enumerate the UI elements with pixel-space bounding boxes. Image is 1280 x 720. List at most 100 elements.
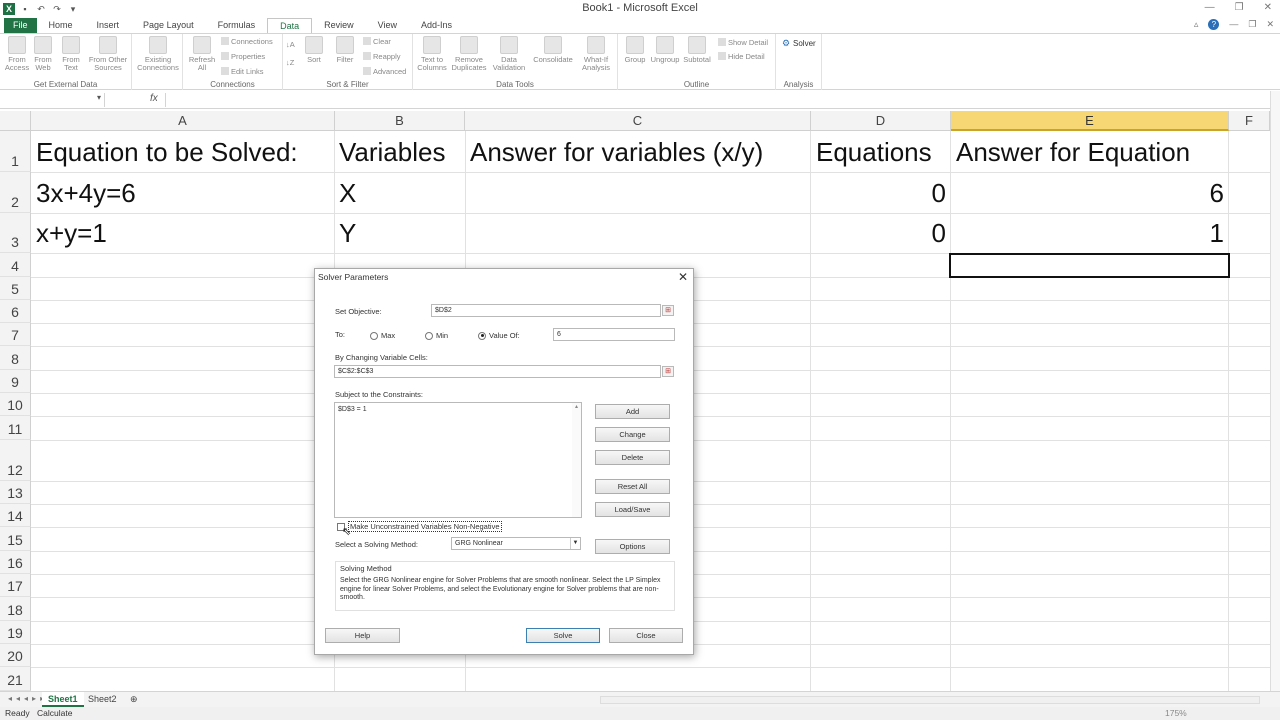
reapply-button[interactable]: Reapply [363, 52, 401, 61]
close-button[interactable]: Close [609, 628, 683, 643]
tab-data[interactable]: Data [267, 18, 313, 33]
tab-review[interactable]: Review [312, 18, 366, 33]
workbook-close-icon[interactable]: ✕ [1266, 19, 1274, 30]
row-header[interactable]: 20 [0, 644, 31, 667]
tab-home[interactable]: Home [37, 18, 85, 33]
subtotal-button[interactable]: Subtotal [682, 36, 712, 64]
tab-formulas[interactable]: Formulas [206, 18, 268, 33]
cell-a3[interactable]: x+y=1 [31, 213, 112, 253]
active-cell-e4[interactable] [949, 253, 1230, 278]
chevron-down-icon[interactable]: ▼ [570, 538, 580, 549]
column-header-c[interactable]: C [465, 111, 811, 131]
restore-button[interactable]: ❐ [1235, 2, 1244, 13]
cell-d1[interactable]: Equations [811, 132, 937, 172]
dialog-close-icon[interactable]: ✕ [678, 270, 688, 284]
insert-function-icon[interactable]: fx [150, 93, 158, 104]
customize-qat-icon[interactable]: ▾ [67, 3, 79, 15]
undo-icon[interactable]: ↶ [35, 3, 47, 15]
existing-connections-button[interactable]: Existing Connections [136, 36, 180, 72]
non-negative-checkbox[interactable]: Make Unconstrained Variables Non-Negativ… [337, 521, 502, 532]
row-header[interactable]: 14 [0, 504, 31, 527]
row-header[interactable]: 3 [0, 213, 31, 253]
filter-button[interactable]: Filter [330, 36, 360, 64]
tab-insert[interactable]: Insert [85, 18, 132, 33]
cell-b2[interactable]: X [334, 173, 361, 213]
solver-button[interactable]: ⚙ Solver [782, 38, 816, 48]
constraints-list[interactable]: $D$3 = 1 ▴ [334, 402, 582, 518]
row-header[interactable]: 12 [0, 440, 31, 481]
cell-b3[interactable]: Y [334, 213, 361, 253]
column-header-b[interactable]: B [335, 111, 465, 131]
sort-za-icon[interactable]: ↓Z [286, 58, 294, 67]
tab-page-layout[interactable]: Page Layout [131, 18, 206, 33]
formula-input[interactable] [165, 93, 1265, 107]
collapse-dialog-icon[interactable]: ⊞ [662, 366, 674, 377]
sheet-tab-sheet2[interactable]: Sheet2 [82, 692, 123, 707]
cell-e1[interactable]: Answer for Equation [951, 132, 1195, 172]
help-button[interactable]: Help [325, 628, 400, 643]
horizontal-scrollbar[interactable] [600, 696, 1260, 704]
redo-icon[interactable]: ↷ [51, 3, 63, 15]
column-header-a[interactable]: A [31, 111, 335, 131]
row-header[interactable]: 21 [0, 667, 31, 691]
tab-file[interactable]: File [4, 18, 37, 33]
minimize-button[interactable]: — [1205, 2, 1215, 13]
load-save-button[interactable]: Load/Save [595, 502, 670, 517]
show-detail-button[interactable]: Show Detail [718, 38, 768, 47]
options-button[interactable]: Options [595, 539, 670, 554]
column-header-e[interactable]: E [951, 111, 1229, 131]
solve-button[interactable]: Solve [526, 628, 600, 643]
add-button[interactable]: Add [595, 404, 670, 419]
constraint-item[interactable]: $D$3 = 1 [338, 406, 578, 413]
row-header[interactable]: 13 [0, 481, 31, 504]
workbook-minimize-icon[interactable]: — [1229, 19, 1238, 30]
column-header-d[interactable]: D [811, 111, 951, 131]
row-header[interactable]: 7 [0, 323, 31, 346]
row-header[interactable]: 4 [0, 253, 31, 277]
advanced-button[interactable]: Advanced [363, 67, 406, 76]
row-header[interactable]: 18 [0, 597, 31, 621]
from-web-button[interactable]: From Web [28, 36, 58, 72]
change-button[interactable]: Change [595, 427, 670, 442]
row-header[interactable]: 10 [0, 393, 31, 416]
sheet-tab-sheet1[interactable]: Sheet1 [42, 692, 84, 707]
from-other-sources-button[interactable]: From Other Sources [88, 36, 128, 72]
row-header[interactable]: 1 [0, 131, 31, 172]
properties-button[interactable]: Properties [221, 52, 265, 61]
sort-az-icon[interactable]: ↓A [286, 40, 295, 49]
cell-d2[interactable]: 0 [811, 173, 951, 213]
solving-method-select[interactable]: GRG Nonlinear ▼ [451, 537, 581, 550]
cell-e2[interactable]: 6 [951, 173, 1229, 213]
clear-button[interactable]: Clear [363, 37, 391, 46]
row-header[interactable]: 9 [0, 370, 31, 393]
tab-view[interactable]: View [366, 18, 409, 33]
row-header[interactable]: 8 [0, 346, 31, 370]
workbook-restore-icon[interactable]: ❐ [1248, 19, 1256, 30]
collapse-dialog-icon[interactable]: ⊞ [662, 305, 674, 316]
close-window-button[interactable]: ✕ [1264, 2, 1272, 13]
select-all-corner[interactable] [0, 111, 31, 131]
refresh-all-button[interactable]: Refresh All [187, 36, 217, 72]
changing-cells-input[interactable]: $C$2:$C$3 [334, 365, 661, 378]
ungroup-button[interactable]: Ungroup [650, 36, 680, 64]
connections-button[interactable]: Connections [221, 37, 273, 46]
value-of-input[interactable]: 6 [553, 328, 675, 341]
row-header[interactable]: 6 [0, 300, 31, 323]
new-sheet-icon[interactable]: ⊕ [124, 692, 144, 707]
reset-all-button[interactable]: Reset All [595, 479, 670, 494]
row-header[interactable]: 17 [0, 574, 31, 597]
min-radio[interactable]: Min [425, 331, 448, 340]
status-calculate[interactable]: Calculate [37, 708, 72, 718]
ribbon-collapse-icon[interactable]: ▵ [1194, 19, 1199, 30]
cell-b1[interactable]: Variables [334, 132, 450, 172]
row-header[interactable]: 15 [0, 527, 31, 551]
cell-a1[interactable]: Equation to be Solved: [31, 132, 303, 172]
save-icon[interactable]: ▪ [19, 3, 31, 15]
row-header[interactable]: 16 [0, 551, 31, 574]
column-header-f[interactable]: F [1229, 111, 1270, 131]
cell-c1[interactable]: Answer for variables (x/y) [465, 132, 768, 172]
row-header[interactable]: 11 [0, 416, 31, 440]
data-validation-button[interactable]: Data Validation [491, 36, 527, 72]
from-text-button[interactable]: From Text [56, 36, 86, 72]
text-to-columns-button[interactable]: Text to Columns [417, 36, 447, 72]
